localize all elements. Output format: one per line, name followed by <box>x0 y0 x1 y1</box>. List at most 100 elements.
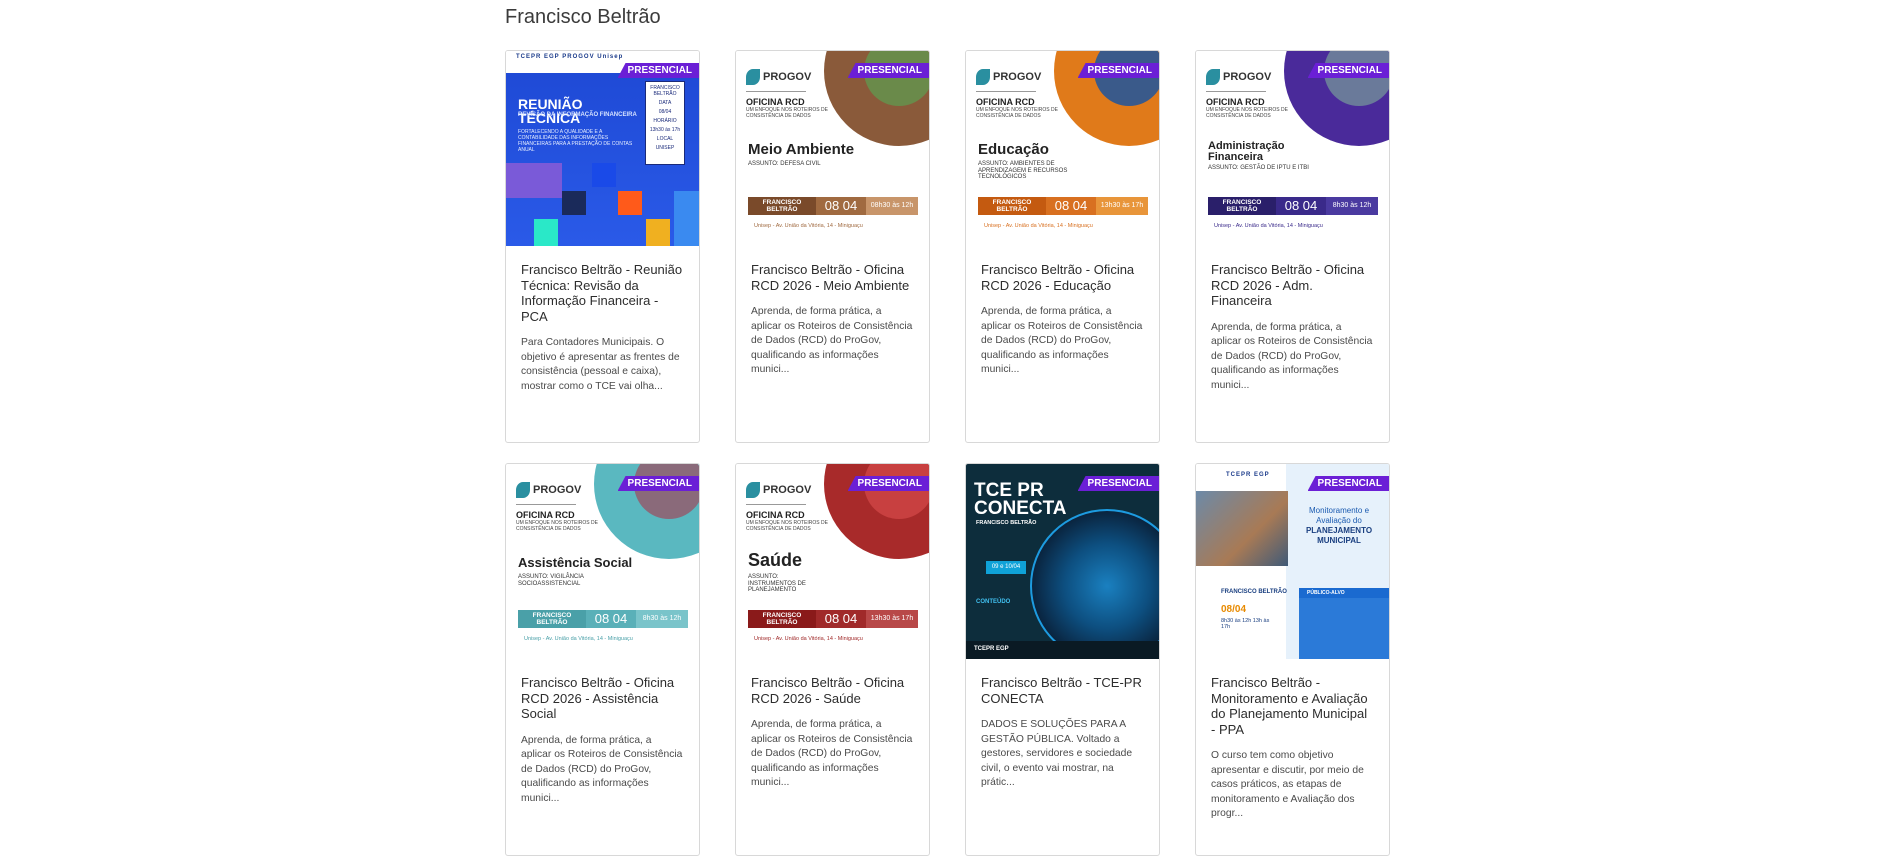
card-body: Francisco Beltrão - TCE-PR CONECTA DADOS… <box>966 659 1159 791</box>
thumb-enfoque: UM ENFOQUE NOS ROTEIROS DE CONSISTÊNCIA … <box>746 520 828 532</box>
card-title[interactable]: Francisco Beltrão - TCE-PR CONECTA <box>981 675 1144 706</box>
course-thumbnail: TCEPR EGP Monitoramento e Avaliação do P… <box>1196 464 1389 659</box>
card-description: DADOS E SOLUÇÕES PARA A GESTÃO PÚBLICA. … <box>981 719 1133 788</box>
decor-tile <box>534 219 558 246</box>
course-thumbnail: PROGOV OFICINA RCD UM ENFOQUE NOS ROTEIR… <box>1196 51 1389 246</box>
box-date-label: DATA <box>658 100 672 106</box>
box-city: FRANCISCO BELTRÃO <box>650 85 680 97</box>
course-grid: TCEPR EGP PROGOV Unisep REUNIÃO TÉCNICA … <box>505 50 1390 856</box>
course-card[interactable]: PROGOV OFICINA RCD UM ENFOQUE NOS ROTEIR… <box>505 463 700 856</box>
thumb-oficina: OFICINA RCD <box>746 97 805 107</box>
course-card[interactable]: PROGOV OFICINA RCD UM ENFOQUE NOS ROTEIR… <box>1195 50 1390 443</box>
thumb-heading: REUNIÃO TÉCNICA <box>518 96 583 126</box>
thumb-publico: PÚBLICO-ALVO <box>1299 588 1389 598</box>
date-bar: FRANCISCO BELTRÃO 08 04 8h30 às 12h <box>1208 197 1378 215</box>
section-title: Francisco Beltrão <box>505 6 661 28</box>
thumb-oficina: OFICINA RCD <box>1206 97 1265 107</box>
card-title[interactable]: Francisco Beltrão - Oficina RCD 2026 - A… <box>1211 262 1374 309</box>
card-body: Francisco Beltrão - Oficina RCD 2026 - M… <box>736 246 929 378</box>
bar-time: 13h30 às 17h <box>1096 197 1148 215</box>
decor-tile <box>506 163 562 198</box>
box-place-label: LOCAL <box>656 136 674 142</box>
progov-logo: PROGOV <box>976 69 1041 85</box>
thumb-footer: Unisep - Av. União da Vitória, 14 - Mini… <box>524 636 633 642</box>
card-body: Francisco Beltrão - Oficina RCD 2026 - A… <box>506 659 699 806</box>
date-bar: FRANCISCO BELTRÃO 08 04 8h30 às 12h <box>518 610 688 628</box>
course-thumbnail: PROGOV OFICINA RCD UM ENFOQUE NOS ROTEIR… <box>966 51 1159 246</box>
thumb-subheading: REVISÃO DA INFORMAÇÃO FINANCEIRA <box>518 112 637 118</box>
course-card[interactable]: TCE PR CONECTA FRANCISCO BELTRÃO 09 e 10… <box>965 463 1160 856</box>
box-time-label: HORÁRIO <box>653 118 677 124</box>
course-thumbnail: TCE PR CONECTA FRANCISCO BELTRÃO 09 e 10… <box>966 464 1159 659</box>
decor-tile <box>618 191 642 215</box>
bar-time: 08h30 às 12h <box>866 197 918 215</box>
card-description: Aprenda, de forma prática, a aplicar os … <box>981 306 1143 375</box>
progov-logo: PROGOV <box>746 69 811 85</box>
divider <box>746 91 806 92</box>
presencial-badge: PRESENCIAL <box>617 63 699 78</box>
logo-text: PROGOV <box>1223 70 1272 83</box>
thumb-subject: Assistência Social <box>518 555 633 570</box>
bar-time: 8h30 às 12h <box>636 610 688 628</box>
thumb-assunto: ASSUNTO: GESTÃO DE IPTU E ITBI <box>1208 165 1309 171</box>
card-title[interactable]: Francisco Beltrão - Reunião Técnica: Rev… <box>521 262 684 324</box>
card-body: Francisco Beltrão - Oficina RCD 2026 - A… <box>1196 246 1389 393</box>
bar-city: FRANCISCO BELTRÃO <box>748 197 816 215</box>
card-description: Para Contadores Municipais. O objetivo é… <box>521 337 680 392</box>
thumb-city: FRANCISCO BELTRÃO <box>976 520 1037 526</box>
card-title[interactable]: Francisco Beltrão - Oficina RCD 2026 - M… <box>751 262 914 293</box>
bar-date: 08 04 <box>1276 197 1326 215</box>
card-title[interactable]: Francisco Beltrão - Monitoramento e Aval… <box>1211 675 1374 737</box>
partner-logos: TCEPR EGP <box>1226 472 1270 478</box>
thumb-enfoque: UM ENFOQUE NOS ROTEIROS DE CONSISTÊNCIA … <box>516 520 598 532</box>
progov-logo-icon <box>746 482 760 498</box>
card-title[interactable]: Francisco Beltrão - Oficina RCD 2026 - S… <box>751 675 914 706</box>
course-thumbnail: TCEPR EGP PROGOV Unisep REUNIÃO TÉCNICA … <box>506 51 699 246</box>
thumb-subject: Educação <box>978 141 1049 158</box>
card-body: Francisco Beltrão - Oficina RCD 2026 - S… <box>736 659 929 791</box>
card-body: Francisco Beltrão - Oficina RCD 2026 - E… <box>966 246 1159 378</box>
progov-logo: PROGOV <box>1206 69 1271 85</box>
course-card[interactable]: PROGOV OFICINA RCD UM ENFOQUE NOS ROTEIR… <box>735 463 930 856</box>
thumb-assunto: ASSUNTO: DEFESA CIVIL <box>748 161 821 167</box>
date-bar: FRANCISCO BELTRÃO 08 04 08h30 às 12h <box>748 197 918 215</box>
thumb-title-a: Monitoramento e Avaliação do <box>1308 506 1370 525</box>
card-title[interactable]: Francisco Beltrão - Oficina RCD 2026 - E… <box>981 262 1144 293</box>
card-title[interactable]: Francisco Beltrão - Oficina RCD 2026 - A… <box>521 675 684 722</box>
thumb-subject: Meio Ambiente <box>748 141 855 158</box>
thumb-blue-panel <box>1299 598 1389 659</box>
presencial-badge: PRESENCIAL <box>617 476 699 491</box>
thumb-enfoque: UM ENFOQUE NOS ROTEIROS DE CONSISTÊNCIA … <box>1206 107 1288 119</box>
decor-tile <box>592 163 616 187</box>
progov-logo-icon <box>976 69 990 85</box>
course-card[interactable]: PROGOV OFICINA RCD UM ENFOQUE NOS ROTEIR… <box>965 50 1160 443</box>
thumb-assunto: ASSUNTO: VIGILÂNCIA SOCIOASSISTENCIAL <box>518 574 584 587</box>
card-description: Aprenda, de forma prática, a aplicar os … <box>521 734 683 804</box>
tce-conecta-logo: TCE PR CONECTA <box>974 481 1067 519</box>
logo-text: PROGOV <box>763 70 812 83</box>
thumb-conteudo: CONTEÚDO <box>976 599 1011 605</box>
partner-logos: TCEPR EGP PROGOV Unisep <box>516 54 624 60</box>
course-card[interactable]: TCEPR EGP PROGOV Unisep REUNIÃO TÉCNICA … <box>505 50 700 443</box>
thumb-oficina: OFICINA RCD <box>516 510 575 520</box>
card-description: O curso tem como objetivo apresentar e d… <box>1211 750 1364 819</box>
logo-line-2: CONECTA <box>974 498 1067 519</box>
presencial-badge: PRESENCIAL <box>1307 476 1389 491</box>
thumb-assunto: ASSUNTO: INSTRUMENTOS DE PLANEJAMENTO <box>748 574 806 593</box>
progov-logo: PROGOV <box>746 482 811 498</box>
course-card[interactable]: TCEPR EGP Monitoramento e Avaliação do P… <box>1195 463 1390 856</box>
course-thumbnail: PROGOV OFICINA RCD UM ENFOQUE NOS ROTEIR… <box>506 464 699 659</box>
thumb-footer: Unisep - Av. União da Vitória, 14 - Mini… <box>984 223 1093 229</box>
presencial-badge: PRESENCIAL <box>1077 63 1159 78</box>
presencial-badge: PRESENCIAL <box>1307 63 1389 78</box>
thumb-assunto: ASSUNTO: AMBIENTES DE APRENDIZAGEM E REC… <box>978 161 1068 180</box>
bar-date: 08 04 <box>816 197 866 215</box>
divider <box>516 504 576 505</box>
logo-text: PROGOV <box>533 483 582 496</box>
course-thumbnail: PROGOV OFICINA RCD UM ENFOQUE NOS ROTEIR… <box>736 464 929 659</box>
course-card[interactable]: PROGOV OFICINA RCD UM ENFOQUE NOS ROTEIR… <box>735 50 930 443</box>
thumb-text: FORTALECENDO A QUALIDADE E A CONTABILIDA… <box>518 129 633 153</box>
presencial-badge: PRESENCIAL <box>847 63 929 78</box>
thumb-footer: Unisep - Av. União da Vitória, 14 - Mini… <box>1214 223 1323 229</box>
progov-logo-icon <box>746 69 760 85</box>
